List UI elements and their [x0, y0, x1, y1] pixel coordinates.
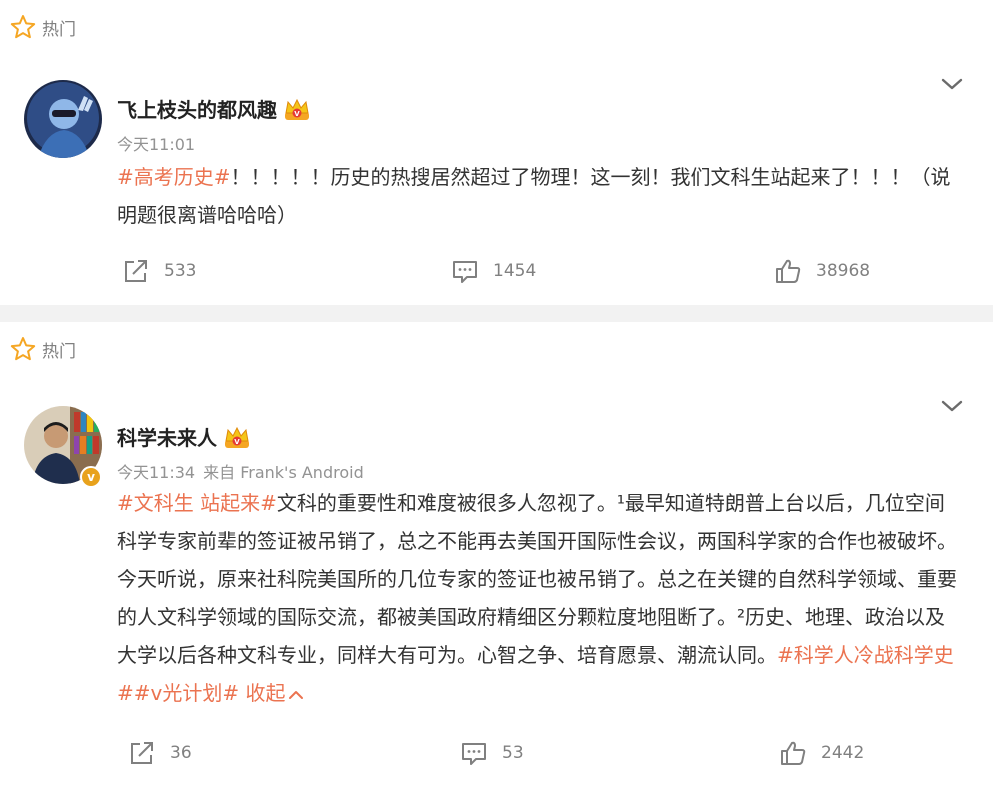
chevron-down-icon: [941, 78, 963, 90]
comment-button[interactable]: 53: [460, 740, 524, 766]
username[interactable]: 科学未来人: [117, 422, 217, 451]
like-count: 2442: [821, 743, 865, 763]
vip-crown-icon: V: [284, 97, 310, 121]
comment-button[interactable]: 1454: [451, 258, 536, 284]
chevron-down-icon: [941, 400, 963, 412]
post-meta: 今天11:34 来自 Frank's Android: [117, 459, 364, 483]
star-outline-icon: [10, 337, 36, 361]
post-body-text: ！！！！！历史的热搜居然超过了物理！这一刻！我们文科生站起来了！！！（说明题很离…: [117, 165, 951, 227]
like-button[interactable]: 2442: [779, 740, 864, 766]
comment-count: 53: [502, 743, 524, 763]
like-count: 38968: [816, 261, 871, 281]
svg-text:V: V: [294, 110, 300, 118]
share-icon: [131, 742, 153, 764]
more-options-button[interactable]: [941, 398, 963, 414]
hashtag-link[interactable]: #文科生 站起来#: [117, 491, 277, 515]
like-button[interactable]: 38968: [774, 258, 870, 284]
action-bar: 533 1454 38968: [0, 258, 993, 288]
avatar[interactable]: [24, 80, 102, 158]
author-row: 飞上枝头的都风趣 V: [117, 94, 310, 123]
collapse-label: 收起: [245, 681, 286, 705]
action-bar: 36 53 2442: [0, 740, 993, 770]
verified-badge: v: [80, 466, 102, 488]
post-time[interactable]: 今天11:01: [117, 135, 195, 154]
hashtag-link[interactable]: #高考历史#: [117, 165, 231, 189]
comment-icon: [453, 261, 477, 283]
feed-card: 热门 v 科学未来人 V 今天11:34 来自 Frank's Android …: [0, 322, 993, 787]
post-meta: 今天11:01: [117, 131, 195, 155]
share-icon: [125, 260, 147, 282]
share-button[interactable]: 533: [122, 258, 196, 284]
svg-text:V: V: [234, 438, 240, 446]
hot-label-row: 热门: [10, 14, 76, 40]
post-text: #文科生 站起来#文科的重要性和难度被很多人忽视了。¹最早知道特朗普上台以后，几…: [117, 484, 962, 712]
hot-label: 热门: [42, 19, 76, 40]
share-count: 36: [170, 743, 192, 763]
thumb-up-icon: [776, 259, 801, 283]
comment-icon: [462, 743, 486, 765]
comment-count: 1454: [493, 261, 537, 281]
share-count: 533: [164, 261, 197, 281]
hot-label-row: 热门: [10, 336, 76, 362]
card-separator: [0, 305, 993, 322]
collapse-button[interactable]: 收起: [245, 681, 304, 705]
chevron-up-icon: [289, 690, 304, 699]
post-source: 来自 Frank's Android: [203, 463, 364, 482]
post-time[interactable]: 今天11:34: [117, 463, 195, 482]
post-text: #高考历史#！！！！！历史的热搜居然超过了物理！这一刻！我们文科生站起来了！！！…: [117, 158, 962, 234]
vip-crown-icon: V: [224, 425, 250, 449]
star-outline-icon: [10, 15, 36, 39]
share-button[interactable]: 36: [128, 740, 192, 766]
author-row: 科学未来人 V: [117, 422, 250, 451]
hot-label: 热门: [42, 341, 76, 362]
thumb-up-icon: [781, 741, 806, 765]
post-body-text: 文科的重要性和难度被很多人忽视了。¹最早知道特朗普上台以后，几位空间科学专家前辈…: [117, 491, 957, 667]
feed-card: 热门 飞上枝头的都风趣 V 今天11:01 #高考历史#！！！！！历史的热搜居然…: [0, 0, 993, 305]
more-options-button[interactable]: [941, 76, 963, 92]
username[interactable]: 飞上枝头的都风趣: [117, 94, 277, 123]
